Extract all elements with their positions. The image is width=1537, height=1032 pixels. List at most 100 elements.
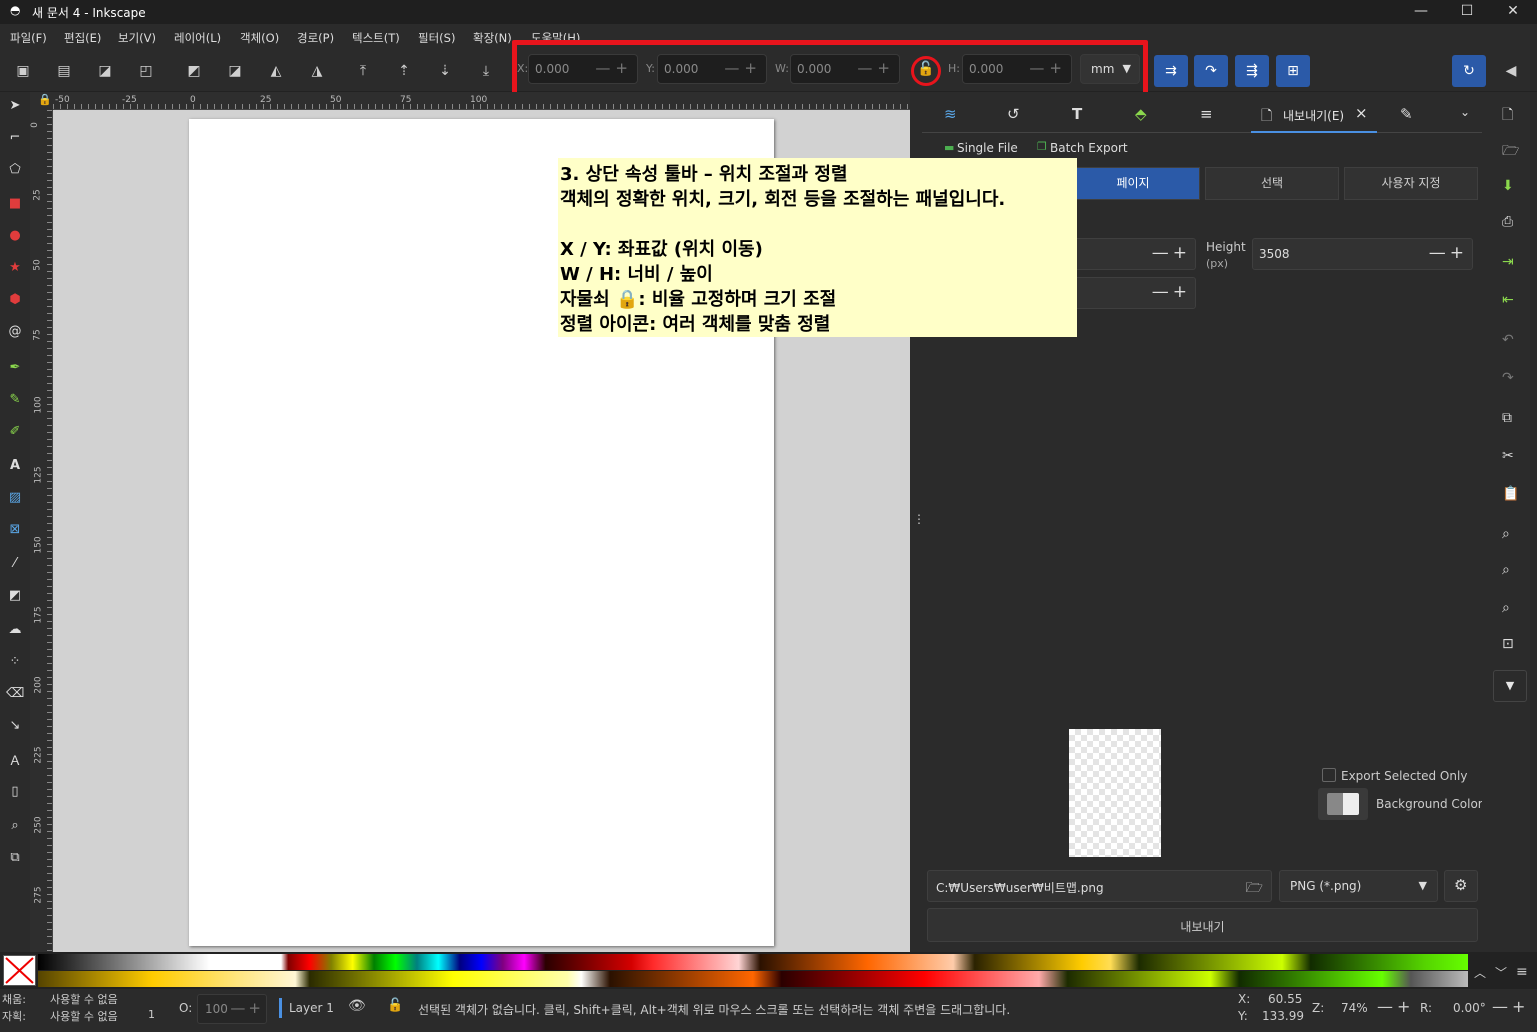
align-tab-icon[interactable]: ≡ — [1200, 105, 1213, 123]
close-button[interactable]: ✕ — [1490, 0, 1536, 24]
palette-scroll-down-icon[interactable]: ﹀ — [1495, 964, 1507, 981]
cut-icon[interactable]: ✂ — [1502, 448, 1514, 464]
dpi-field[interactable]: —+ — [1070, 277, 1196, 309]
pages-tool-icon[interactable]: ▯ — [6, 784, 24, 802]
ellipse-tool-icon[interactable]: ● — [6, 228, 24, 246]
single-file-tab[interactable]: Single File — [957, 141, 1018, 155]
export-button[interactable]: 내보내기 — [927, 908, 1478, 942]
tweak-tool-icon[interactable]: ☁ — [6, 622, 24, 640]
menu-text[interactable]: 텍스트(T) — [352, 30, 400, 46]
xml-editor-tab-icon[interactable]: ⬘ — [1135, 105, 1147, 123]
export-area-custom[interactable]: 사용자 지정 — [1344, 167, 1478, 200]
fill-value[interactable]: 사용할 수 없음 — [50, 991, 118, 1007]
rectangle-tool-icon[interactable]: ■ — [6, 196, 24, 214]
chevron-down-icon[interactable]: ⌄ — [1460, 105, 1470, 119]
no-paint-swatch[interactable] — [3, 955, 36, 986]
transform-pattern-icon[interactable]: ⊞ — [1276, 55, 1310, 87]
export-area-page[interactable]: 페이지 — [1066, 167, 1200, 200]
mesh-tool-icon[interactable]: ⊠ — [6, 522, 24, 540]
raise-icon[interactable]: ⇡ — [391, 58, 417, 84]
transform-stroke-icon[interactable]: ⇉ — [1154, 55, 1188, 87]
save-icon[interactable]: ⬇ — [1502, 178, 1514, 194]
transform-corners-icon[interactable]: ↷ — [1194, 55, 1228, 87]
minimize-button[interactable]: — — [1398, 0, 1444, 24]
transform-tab-icon[interactable]: ↺ — [1007, 105, 1020, 123]
undo-icon[interactable]: ↶ — [1502, 332, 1514, 348]
width-stepper[interactable]: —+ — [1152, 243, 1191, 263]
tab-close-icon[interactable]: × — [1355, 104, 1368, 122]
dropper-tool-icon[interactable]: ⁄ — [6, 556, 24, 574]
redo-icon[interactable]: ↷ — [1502, 370, 1514, 386]
palette-menu-icon[interactable]: ≡ — [1516, 964, 1528, 980]
rotation-value[interactable]: 0.00° — [1453, 1001, 1486, 1015]
text-tool-icon[interactable]: A — [6, 458, 24, 476]
select-all-icon[interactable]: ▣ — [10, 58, 36, 84]
zoom-stepper[interactable]: —+ — [1377, 997, 1414, 1016]
batch-export-tab[interactable]: Batch Export — [1050, 141, 1128, 155]
format-select[interactable]: PNG (*.png) ▼ — [1279, 870, 1438, 902]
palette-scroll-up-icon[interactable]: ︿ — [1474, 964, 1486, 981]
tab-export[interactable]: 🗋 내보내기(E) × — [1251, 95, 1377, 133]
calligraphy-tool-icon[interactable]: ✐ — [6, 424, 24, 442]
spray-tool-icon[interactable]: ⁘ — [6, 654, 24, 672]
import-icon[interactable]: ⇥ — [1502, 254, 1514, 270]
transform-gradient-icon[interactable]: ⇶ — [1235, 55, 1269, 87]
menu-extensions[interactable]: 확장(N) — [473, 30, 512, 46]
rotate-ccw-icon[interactable]: ◩ — [181, 58, 207, 84]
raise-to-top-icon[interactable]: ⤒ — [350, 58, 376, 84]
zoom-selection-icon[interactable]: ⌕ — [1502, 526, 1510, 542]
layers-tab-icon[interactable]: ≋ — [944, 105, 957, 123]
menu-object[interactable]: 객체(O) — [240, 30, 279, 46]
zoom-page-icon[interactable]: ⌕ — [1502, 600, 1510, 616]
menu-view[interactable]: 보기(V) — [118, 30, 156, 46]
current-layer[interactable]: Layer 1 — [289, 1001, 334, 1015]
folder-open-icon[interactable]: 🗁 — [1246, 877, 1263, 901]
text-font-tab-icon[interactable]: T — [1072, 105, 1082, 123]
height-field[interactable]: 3508 —+ — [1252, 238, 1473, 270]
3d-box-tool-icon[interactable]: ⬢ — [6, 292, 24, 310]
open-icon[interactable]: 🗁 — [1502, 140, 1519, 164]
opacity-stepper[interactable]: —+ — [230, 999, 264, 1017]
snap-toggle-icon[interactable]: ↻ — [1452, 55, 1486, 87]
lower-icon[interactable]: ⇣ — [432, 58, 458, 84]
flip-vertical-icon[interactable]: ◮ — [304, 58, 330, 84]
lock-icon[interactable]: 🔓 — [387, 998, 403, 1013]
gradient-tool-icon[interactable]: ▨ — [6, 490, 24, 508]
export-icon[interactable]: ⇤ — [1502, 292, 1514, 308]
copy-icon[interactable]: ⧉ — [1502, 410, 1512, 426]
node-tool-icon[interactable]: ⌐ — [6, 130, 24, 148]
flip-horizontal-icon[interactable]: ◭ — [263, 58, 289, 84]
connector-tool-icon[interactable]: ↘ — [6, 718, 24, 736]
export-selected-only-checkbox[interactable] — [1322, 768, 1336, 782]
menu-filter[interactable]: 필터(S) — [418, 30, 455, 46]
palette-swatches-row-2[interactable] — [38, 971, 1468, 987]
ruler-lock-icon[interactable]: 🔒 — [38, 93, 52, 106]
background-color-button[interactable] — [1318, 788, 1368, 820]
paint-bucket-icon[interactable]: ◩ — [6, 588, 24, 606]
menu-layer[interactable]: 레이어(L) — [174, 30, 221, 46]
maximize-button[interactable]: ☐ — [1444, 0, 1490, 24]
stroke-width-value[interactable]: 1 — [148, 1008, 155, 1021]
more-commands-button[interactable]: ▼ — [1493, 670, 1527, 702]
deselect-icon[interactable]: ◰ — [133, 58, 159, 84]
rotation-stepper[interactable]: —+ — [1492, 997, 1529, 1016]
height-stepper[interactable]: —+ — [1429, 243, 1468, 263]
invert-selection-icon[interactable]: ◪ — [92, 58, 118, 84]
paste-icon[interactable]: 📋 — [1502, 486, 1519, 502]
measure-tool-icon[interactable]: Ａ — [6, 750, 24, 769]
export-area-selection[interactable]: 선택 — [1205, 167, 1339, 200]
chevron-left-icon[interactable]: ◀ — [1498, 58, 1524, 84]
pages-list-icon[interactable]: ⧉ — [6, 850, 24, 868]
filename-field[interactable]: C:₩Users₩user₩비트맵.png 🗁 — [927, 870, 1272, 902]
palette-swatches-row-1[interactable] — [38, 954, 1468, 970]
width-field[interactable]: —+ — [1070, 238, 1196, 270]
zoom-center-icon[interactable]: ⊡ — [1502, 636, 1514, 652]
stroke-value[interactable]: 사용할 수 없음 — [50, 1008, 118, 1024]
menu-edit[interactable]: 편집(E) — [64, 30, 101, 46]
spiral-tool-icon[interactable]: @ — [6, 324, 24, 342]
rotate-cw-icon[interactable]: ◪ — [222, 58, 248, 84]
star-tool-icon[interactable]: ★ — [6, 260, 24, 278]
fill-stroke-tab-icon[interactable]: ✎ — [1400, 105, 1413, 123]
new-document-icon[interactable]: 🗋 — [1502, 104, 1513, 128]
zoom-value[interactable]: 74% — [1341, 1001, 1368, 1015]
